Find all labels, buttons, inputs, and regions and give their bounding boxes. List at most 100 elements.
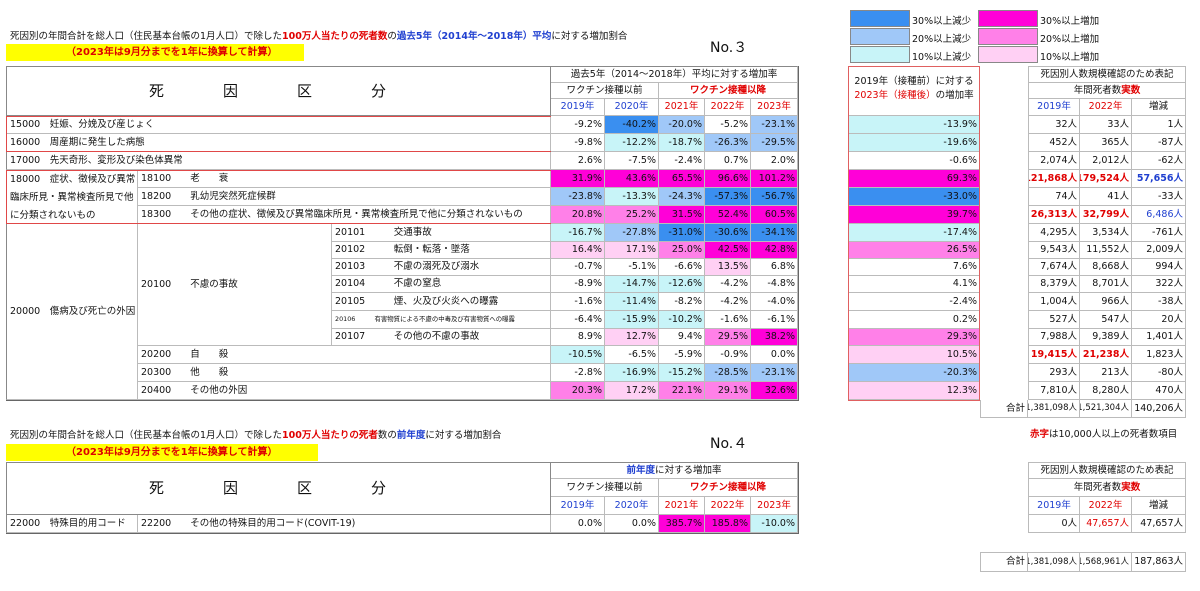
rate-cell: 0.7% <box>705 152 751 170</box>
rate-cell: -34.1% <box>751 224 798 242</box>
category-label: 17000 先天奇形、変形及び染色体異常 <box>6 152 551 170</box>
after-header: ワクチン接種以降 <box>659 83 798 99</box>
after-header: ワクチン接種以降 <box>659 479 798 497</box>
compare-cell: -19.6% <box>848 134 980 152</box>
rate-cell: -28.5% <box>705 364 751 382</box>
count-cell: 1,004人 <box>1028 293 1080 311</box>
count-cell: 57,656人 <box>1132 170 1186 188</box>
rate-cell: 32.6% <box>751 382 798 400</box>
count-cell: 994人 <box>1132 259 1186 276</box>
rate-cell: 385.7% <box>659 515 705 533</box>
compare-cell: 10.5% <box>848 346 980 364</box>
rate-cell: -10.0% <box>751 515 798 533</box>
right-title: 死因別人数規模確認のため表記 <box>1028 66 1186 83</box>
legend-swatch <box>978 10 1038 27</box>
rate-cell: 31.5% <box>659 206 705 224</box>
rate-cell: -9.8% <box>551 134 605 152</box>
rate-cell: -23.1% <box>751 364 798 382</box>
count-cell: 7,988人 <box>1028 329 1080 346</box>
rate-cell: -40.2% <box>605 116 659 134</box>
count-cell: 121,868人 <box>1028 170 1080 188</box>
rate-cell: -1.6% <box>551 293 605 311</box>
category-label: 22000 特殊目的用コード <box>6 515 138 533</box>
rate-cell: -6.1% <box>751 311 798 329</box>
count-cell: 9,389人 <box>1080 329 1132 346</box>
rate-cell: -1.6% <box>705 311 751 329</box>
category-label: 22200 その他の特殊目的用コード(COVIT-19) <box>138 515 551 533</box>
rate-cell: -2.8% <box>551 364 605 382</box>
rate-cell: 8.9% <box>551 329 605 346</box>
count-cell: 2,009人 <box>1132 242 1186 259</box>
category-label: 16000 周産期に発生した病態 <box>6 134 551 152</box>
rate-cell: -2.4% <box>659 152 705 170</box>
count-cell: -87人 <box>1132 134 1186 152</box>
count-cell: 19,415人 <box>1028 346 1080 364</box>
legend-swatch <box>850 10 910 27</box>
table-number: No.３ <box>710 40 748 56</box>
count-cell: 966人 <box>1080 293 1132 311</box>
rate-cell: -11.4% <box>605 293 659 311</box>
rate-cell: -13.3% <box>605 188 659 206</box>
legend-label: 20%以上増加 <box>1040 34 1100 45</box>
count-cell: 527人 <box>1028 311 1080 329</box>
rate-cell: -15.2% <box>659 364 705 382</box>
year-header: 2021年 <box>659 497 705 515</box>
rate-cell: 25.2% <box>605 206 659 224</box>
rate-cell: 12.7% <box>605 329 659 346</box>
rate-cell: -5.9% <box>659 346 705 364</box>
legend-swatch <box>978 46 1038 63</box>
count-cell: 8,280人 <box>1080 382 1132 400</box>
compare-cell: -17.4% <box>848 224 980 242</box>
rate-cell: -12.2% <box>605 134 659 152</box>
count-value: 0人 <box>1028 515 1080 533</box>
rate-cell: -0.7% <box>551 259 605 276</box>
rate-cell: 6.8% <box>751 259 798 276</box>
count-cell: 213人 <box>1080 364 1132 382</box>
rate-cell: 185.8% <box>705 515 751 533</box>
rate-cell: -4.8% <box>751 276 798 293</box>
category-label: 20105 煙、火及び火炎への曝露 <box>332 293 551 311</box>
compare-cell: -20.3% <box>848 364 980 382</box>
category-label: 20102 転倒・転落・墜落 <box>332 242 551 259</box>
total-value: 1,381,098人 <box>1028 552 1080 572</box>
rate-cell: -5.1% <box>605 259 659 276</box>
rate-cell: 9.4% <box>659 329 705 346</box>
rate-cell: -16.7% <box>551 224 605 242</box>
red-text-note: 赤字は10,000人以上の死者数項目 <box>1030 429 1178 440</box>
category-label: 18200 乳幼児突然死症候群 <box>138 188 551 206</box>
compare-cell: 26.5% <box>848 242 980 259</box>
count-cell: 7,674人 <box>1028 259 1080 276</box>
count-cell: 32人 <box>1028 116 1080 134</box>
rate-cell: -57.3% <box>705 188 751 206</box>
category-header: 死 因 区 分 <box>6 66 551 116</box>
count-value: 47,657人 <box>1080 515 1132 533</box>
rate-cell: 17.2% <box>605 382 659 400</box>
compare-cell: 4.1% <box>848 276 980 293</box>
compare-cell: -0.6% <box>848 152 980 170</box>
total-value: 1,568,961人 <box>1080 552 1132 572</box>
count-cell: 8,701人 <box>1080 276 1132 293</box>
compare-header: 2019年（接種前）に対する 2023年（接種後）の増加率 <box>848 66 980 116</box>
rate-cell: -31.0% <box>659 224 705 242</box>
category-label: 18100 老 衰 <box>138 170 551 188</box>
rate-cell: -6.5% <box>605 346 659 364</box>
total-value: 1,381,098人 <box>1028 400 1080 418</box>
legend-label: 30%以上増加 <box>1040 16 1100 27</box>
before-header: ワクチン接種以前 <box>551 479 659 497</box>
rate-cell: 29.5% <box>705 329 751 346</box>
compare-cell: 7.6% <box>848 259 980 276</box>
year-header: 2022年 <box>705 497 751 515</box>
compare-cell: -13.9% <box>848 116 980 134</box>
total-value: 1,521,304人 <box>1080 400 1132 418</box>
rate-cell: -23.1% <box>751 116 798 134</box>
right-year-header: 2019年 <box>1028 99 1080 116</box>
count-cell: 74人 <box>1028 188 1080 206</box>
count-cell: 547人 <box>1080 311 1132 329</box>
compare-cell: -33.0% <box>848 188 980 206</box>
count-cell: -761人 <box>1132 224 1186 242</box>
count-cell: 322人 <box>1132 276 1186 293</box>
total-value: 187,863人 <box>1132 552 1186 572</box>
count-cell: 7,810人 <box>1028 382 1080 400</box>
rate-cell: -5.2% <box>705 116 751 134</box>
year-header: 2020年 <box>605 99 659 116</box>
